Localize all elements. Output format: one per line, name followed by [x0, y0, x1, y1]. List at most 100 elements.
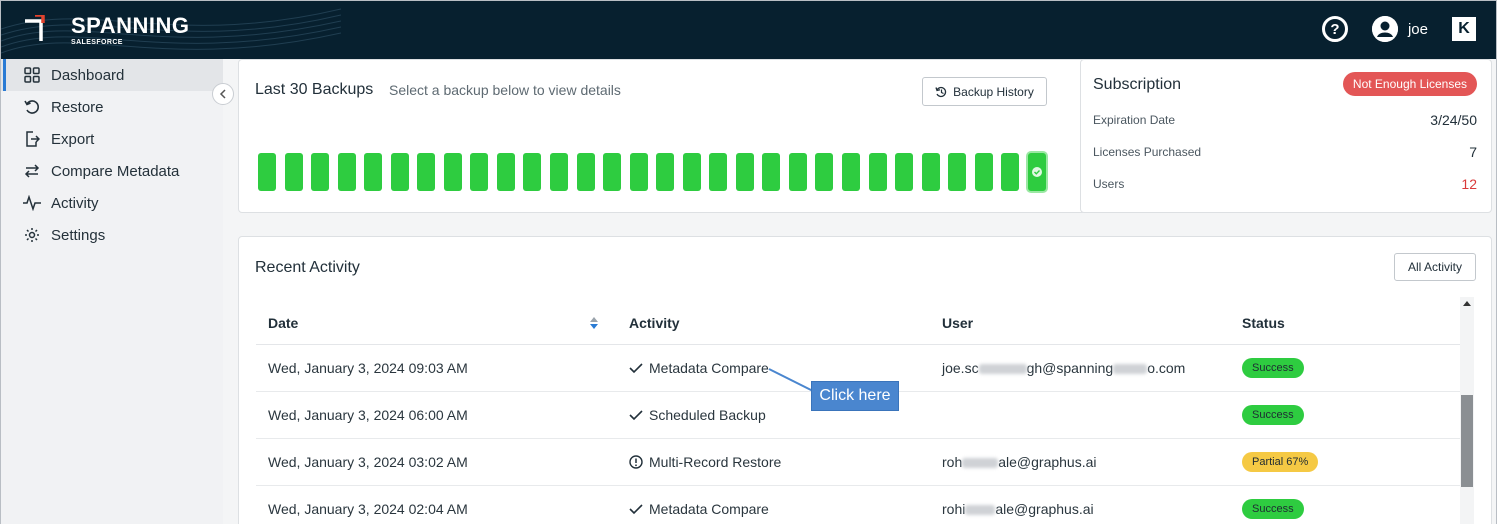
- spanning-logo[interactable]: SPANNING SALESFORCE: [21, 14, 190, 46]
- export-icon: [23, 130, 41, 148]
- brand-subtitle: SALESFORCE: [71, 38, 123, 46]
- status-badge: Success: [1242, 499, 1304, 519]
- row-status: Success: [1230, 499, 1460, 519]
- sidebar-item-export[interactable]: Export: [1, 123, 223, 155]
- backup-bar[interactable]: [656, 153, 675, 191]
- k-glyph: K: [1458, 20, 1470, 37]
- backup-bar[interactable]: [709, 153, 728, 191]
- backup-bar[interactable]: [311, 153, 330, 191]
- backup-bar[interactable]: [390, 153, 409, 191]
- status-badge: Success: [1242, 358, 1304, 378]
- row-activity[interactable]: Multi-Record Restore: [617, 454, 930, 470]
- user-avatar-icon[interactable]: [1371, 16, 1398, 42]
- user-part: roh: [942, 454, 963, 470]
- spanning-logo-mark-icon: [25, 15, 45, 41]
- backup-bar[interactable]: [974, 153, 993, 191]
- backup-bar[interactable]: [868, 153, 887, 191]
- backup-bar[interactable]: [842, 153, 861, 191]
- licenses-value: 7: [1469, 144, 1477, 160]
- backup-bar[interactable]: [576, 153, 595, 191]
- backup-bar[interactable]: [682, 153, 701, 191]
- help-icon[interactable]: ?: [1321, 16, 1348, 42]
- backup-bar[interactable]: [735, 153, 754, 191]
- table-header: Date Activity User Status: [256, 301, 1462, 345]
- backup-bar[interactable]: [364, 153, 383, 191]
- backup-bar[interactable]: [948, 153, 967, 191]
- table-scrollbar[interactable]: [1460, 297, 1474, 524]
- backup-bar[interactable]: [284, 153, 303, 191]
- status-badge: Success: [1242, 405, 1304, 425]
- table-row[interactable]: Wed, January 3, 2024 02:04 AM Metadata C…: [256, 486, 1462, 524]
- sidebar-item-label: Export: [51, 130, 95, 148]
- backup-bar[interactable]: [417, 153, 436, 191]
- check-icon: [629, 363, 643, 374]
- column-date[interactable]: Date: [256, 315, 617, 331]
- backup-bar[interactable]: [815, 153, 834, 191]
- backup-bar[interactable]: [496, 153, 515, 191]
- users-value: 12: [1461, 176, 1477, 192]
- row-date: Wed, January 3, 2024 06:00 AM: [268, 407, 468, 423]
- dashboard-grid-icon: [23, 66, 41, 84]
- table-row[interactable]: Wed, January 3, 2024 03:02 AM Multi-Reco…: [256, 439, 1462, 486]
- backup-bar[interactable]: [629, 153, 648, 191]
- sidebar-item-restore[interactable]: Restore: [1, 91, 223, 123]
- check-circle-icon: [1031, 167, 1042, 177]
- sidebar-item-label: Compare Metadata: [51, 162, 180, 180]
- sort-icon[interactable]: [589, 316, 599, 330]
- backup-bar[interactable]: [337, 153, 356, 191]
- user-part: gh@spanning: [1026, 360, 1114, 376]
- sidebar-item-activity[interactable]: Activity: [1, 187, 223, 219]
- username[interactable]: joe: [1408, 21, 1428, 38]
- status-badge: Partial 67%: [1242, 452, 1319, 472]
- row-status: Partial 67%: [1230, 452, 1460, 472]
- row-date: Wed, January 3, 2024 03:02 AM: [268, 454, 468, 470]
- warning-circle-icon: [629, 455, 643, 469]
- top-header: SPANNING SALESFORCE ? joe K: [1, 1, 1496, 59]
- backup-bar[interactable]: [895, 153, 914, 191]
- sidebar-item-settings[interactable]: Settings: [1, 219, 223, 251]
- redacted-text: [978, 364, 1027, 375]
- row-activity-label: Metadata Compare: [649, 501, 769, 517]
- sidebar-item-dashboard[interactable]: Dashboard: [1, 59, 223, 91]
- backups-card: Last 30 Backups Select a backup below to…: [238, 59, 1086, 213]
- user-part: ale@graphus.ai: [998, 454, 1097, 470]
- row-activity[interactable]: Metadata Compare: [617, 501, 930, 517]
- backup-bar[interactable]: [443, 153, 462, 191]
- backup-history-button[interactable]: Backup History: [922, 77, 1047, 106]
- backup-history-label: Backup History: [953, 84, 1034, 99]
- backup-bar[interactable]: [258, 153, 276, 191]
- scroll-up-arrow-icon[interactable]: [1463, 301, 1471, 306]
- column-status: Status: [1230, 315, 1460, 331]
- backup-bar[interactable]: [1001, 153, 1020, 191]
- backup-bar[interactable]: [788, 153, 807, 191]
- redacted-text: [1113, 364, 1148, 375]
- sidebar-item-compare-metadata[interactable]: Compare Metadata: [1, 155, 223, 187]
- backup-bar[interactable]: [762, 153, 781, 191]
- main-content: Last 30 Backups Select a backup below to…: [223, 59, 1496, 524]
- expiration-label: Expiration Date: [1093, 113, 1176, 127]
- backup-bar-selected[interactable]: [1027, 153, 1046, 191]
- row-date: Wed, January 3, 2024 02:04 AM: [268, 501, 468, 517]
- backup-bar[interactable]: [603, 153, 622, 191]
- row-activity-label: Scheduled Backup: [649, 407, 766, 423]
- redacted-text: [965, 505, 996, 516]
- row-activity[interactable]: Metadata Compare: [617, 360, 930, 376]
- backup-bar[interactable]: [550, 153, 569, 191]
- scrollbar-thumb[interactable]: [1461, 395, 1473, 487]
- kaseya-k-icon[interactable]: K: [1452, 17, 1476, 41]
- column-status-label: Status: [1242, 314, 1285, 331]
- backup-bar[interactable]: [470, 153, 489, 191]
- backup-bar[interactable]: [523, 153, 542, 191]
- collapse-sidebar-button[interactable]: [212, 83, 234, 105]
- backup-bar[interactable]: [921, 153, 940, 191]
- sidebar-item-label: Restore: [51, 98, 104, 116]
- user-silhouette-icon: [1371, 16, 1398, 42]
- all-activity-button[interactable]: All Activity: [1394, 253, 1476, 281]
- backups-subtitle: Select a backup below to view details: [389, 82, 621, 98]
- row-status: Success: [1230, 405, 1460, 425]
- user-part: joe.sc: [942, 360, 979, 376]
- row-user: roh ale@graphus.ai: [930, 454, 1230, 470]
- expiration-row: Expiration Date 3/24/50: [1093, 112, 1477, 128]
- column-date-label: Date: [268, 314, 299, 331]
- column-activity-label: Activity: [629, 314, 680, 331]
